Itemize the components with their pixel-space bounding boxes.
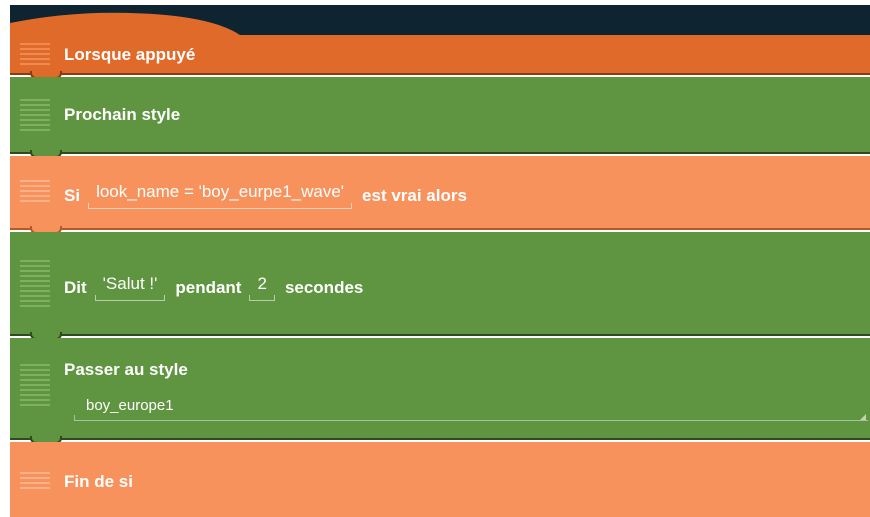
look-dropdown[interactable]: boy_europe1 xyxy=(74,397,868,421)
if-brick[interactable]: Si look_name = 'boy_eurpe1_wave' est vra… xyxy=(10,156,870,234)
look-dropdown-value: boy_europe1 xyxy=(86,397,174,414)
drag-handle-icon[interactable] xyxy=(20,180,50,205)
say-text-field[interactable]: 'Salut !' xyxy=(94,274,166,301)
seconds-unit-label: secondes xyxy=(284,277,364,297)
if-keyword: Si xyxy=(64,185,81,205)
drag-handle-icon[interactable] xyxy=(20,364,50,409)
drag-handle-icon[interactable] xyxy=(20,99,50,134)
when-tapped-brick[interactable]: Lorsque appuyé xyxy=(10,35,870,79)
drag-handle-icon[interactable] xyxy=(20,472,50,492)
next-look-label: Prochain style xyxy=(64,105,181,124)
seconds-field[interactable]: 2 xyxy=(249,274,276,301)
switch-look-label: Passer au style xyxy=(64,360,188,379)
when-tapped-label: Lorsque appuyé xyxy=(64,45,196,64)
dropdown-corner-icon xyxy=(860,414,866,420)
drag-handle-icon[interactable] xyxy=(20,43,50,68)
end-if-label: Fin de si xyxy=(64,472,133,491)
drag-handle-icon[interactable] xyxy=(20,260,50,310)
end-if-brick[interactable]: Fin de si xyxy=(10,442,870,517)
condition-field[interactable]: look_name = 'boy_eurpe1_wave' xyxy=(88,182,353,209)
if-suffix: est vrai alors xyxy=(362,185,467,205)
switch-look-brick[interactable]: Passer au style boy_europe1 xyxy=(10,338,870,444)
say-for-seconds-brick[interactable]: Dit 'Salut !' pendant 2 secondes xyxy=(10,232,870,340)
say-keyword: Dit xyxy=(64,277,87,297)
next-look-brick[interactable]: Prochain style xyxy=(10,77,870,158)
say-middle-label: pendant xyxy=(175,277,242,297)
